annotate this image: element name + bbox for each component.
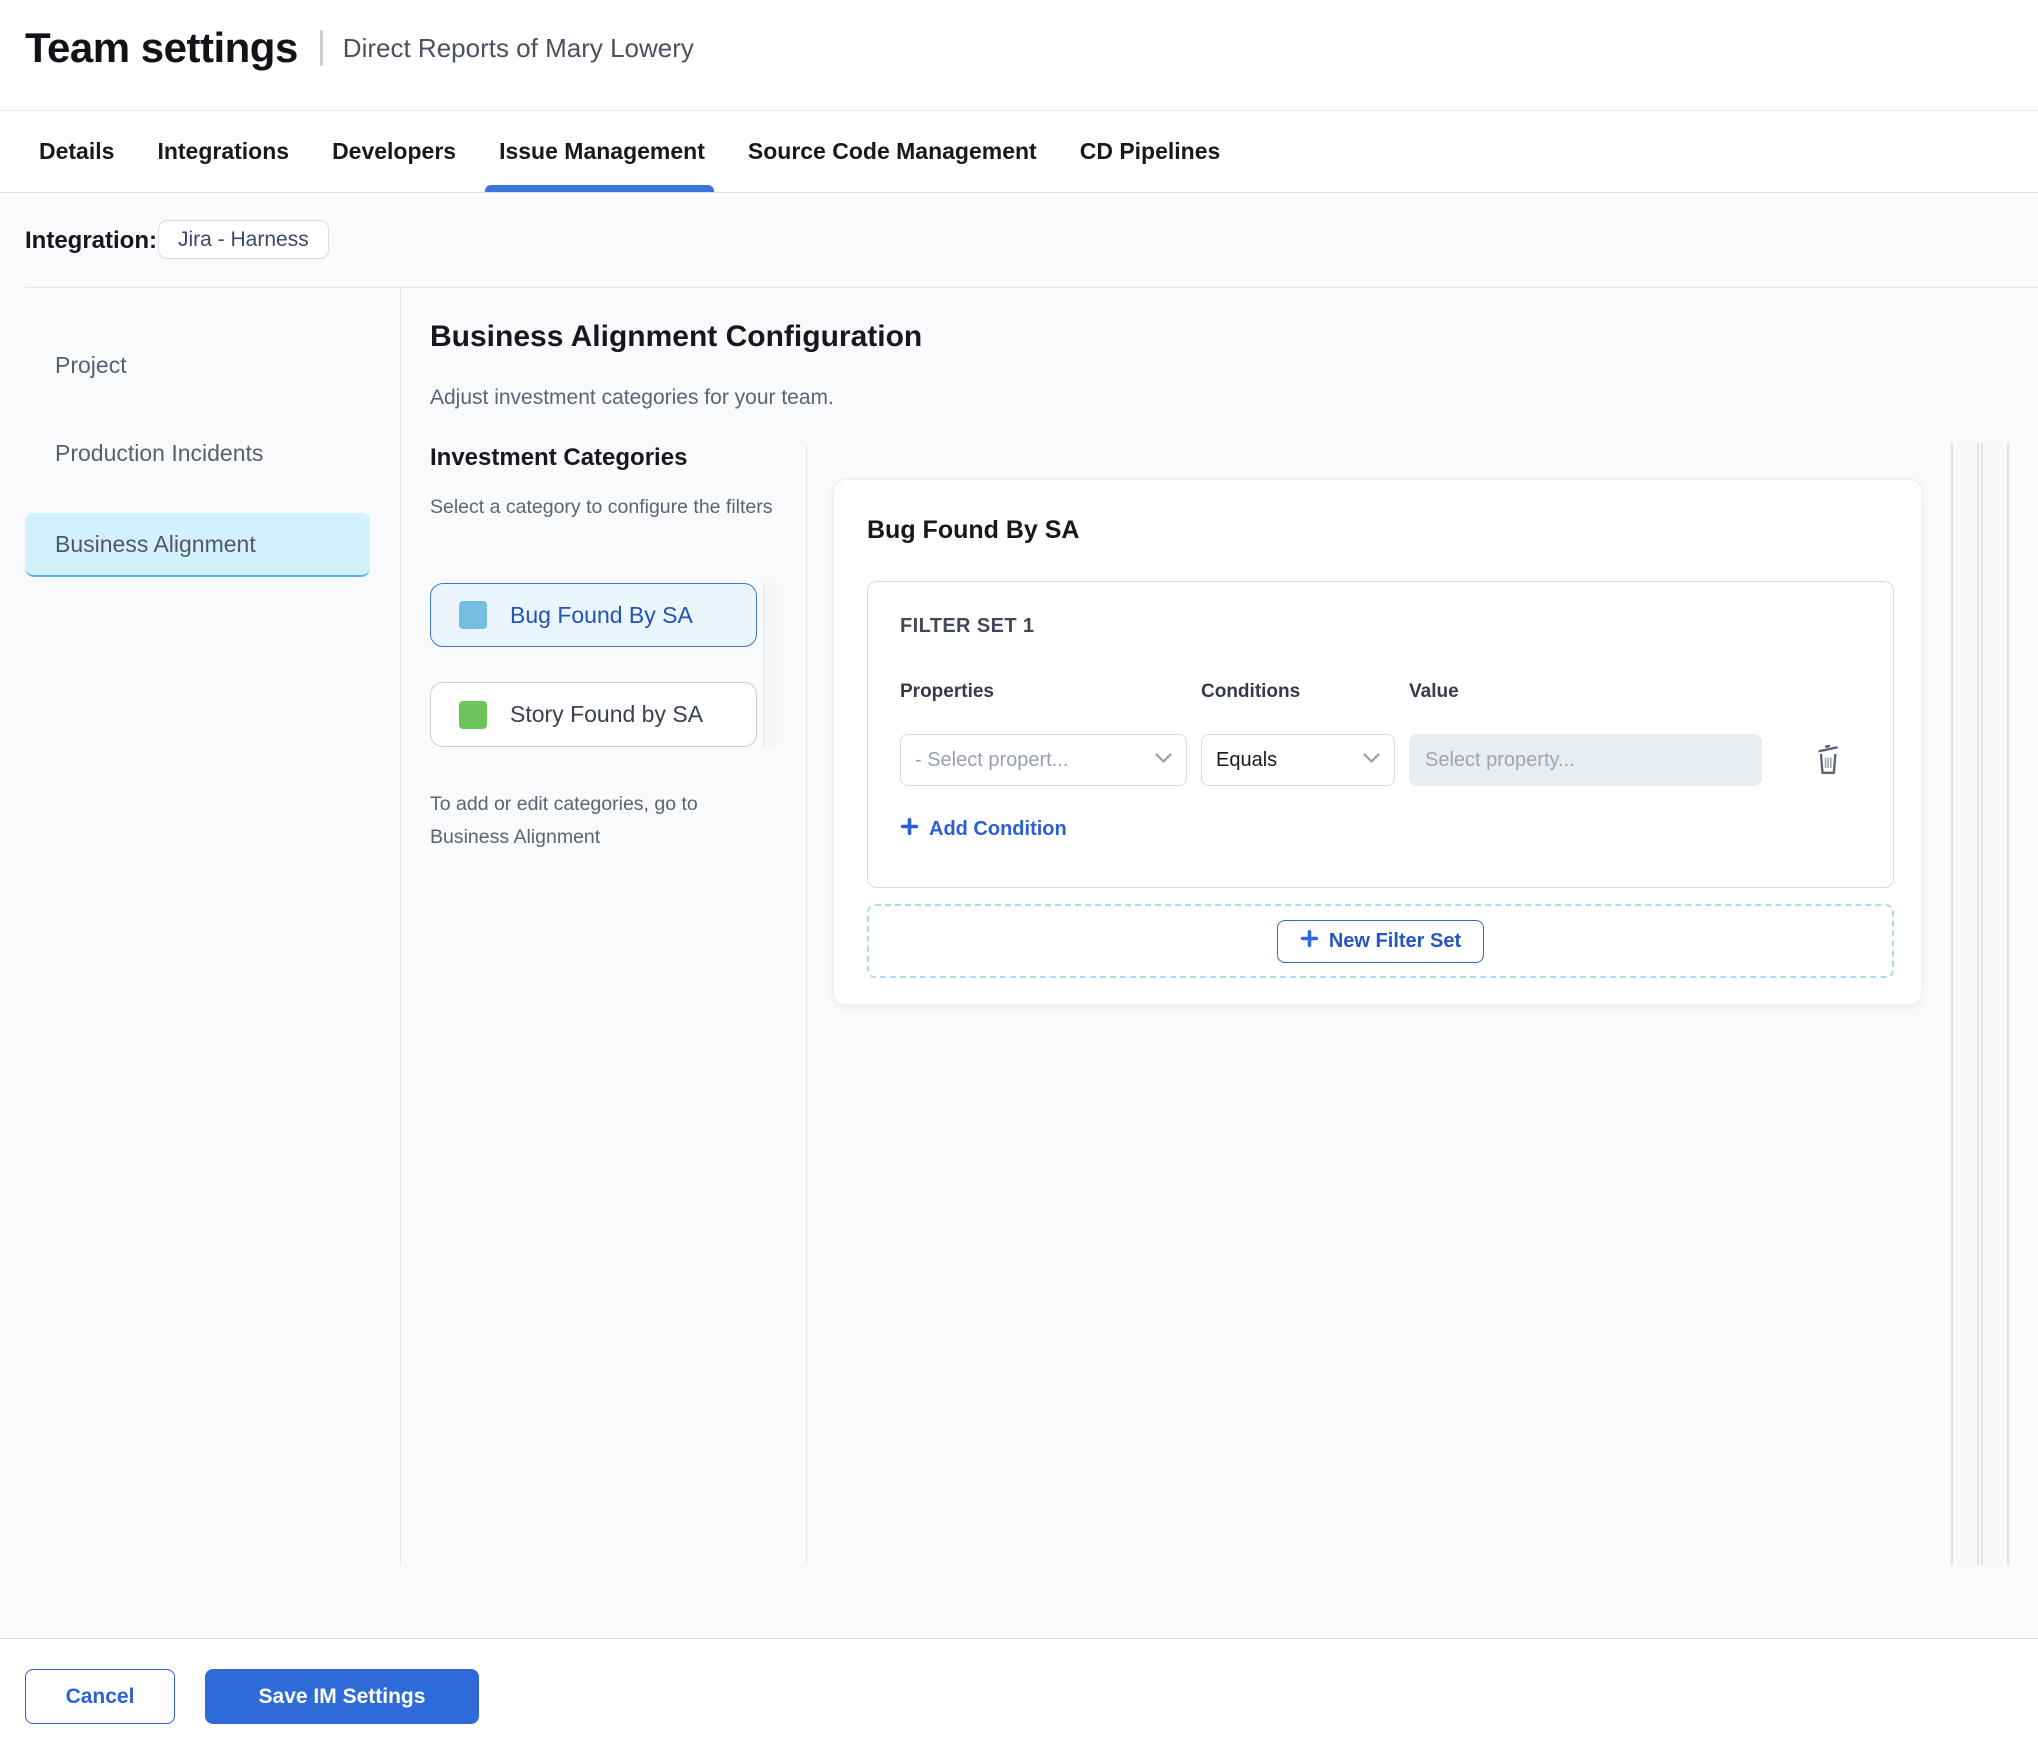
card-scrollbar-track[interactable] <box>1951 443 1979 1565</box>
filter-set-panel: FILTER SET 1 Properties Conditions Value… <box>867 581 1894 888</box>
tab-developers[interactable]: Developers <box>332 111 456 192</box>
tab-cd-pipelines[interactable]: CD Pipelines <box>1080 111 1221 192</box>
new-filter-set-dropzone: New Filter Set <box>867 904 1894 978</box>
footer-bar: Cancel Save IM Settings <box>0 1638 2038 1748</box>
categories-note: To add or edit categories, go to Busines… <box>430 793 698 848</box>
team-settings-page: Team settings Direct Reports of Mary Low… <box>0 0 2038 1748</box>
add-condition-button[interactable]: Add Condition <box>900 817 1067 842</box>
tab-details[interactable]: Details <box>39 111 114 192</box>
config-card-title: Bug Found By SA <box>867 516 1080 544</box>
category-label: Bug Found By SA <box>510 601 693 628</box>
category-label: Story Found by SA <box>510 701 704 727</box>
integration-chip[interactable]: Jira - Harness <box>158 220 329 259</box>
trash-icon <box>1812 741 1846 780</box>
tab-issue-management[interactable]: Issue Management <box>485 111 714 192</box>
page-scrollbar-track[interactable] <box>1981 443 2009 1565</box>
page-header: Team settings Direct Reports of Mary Low… <box>0 0 2038 110</box>
conditions-select[interactable]: Equals <box>1201 734 1395 786</box>
column-header-properties: Properties <box>900 681 994 702</box>
sidebar-item-label: Business Alignment <box>55 530 256 557</box>
category-list-scrollbar[interactable] <box>763 583 777 748</box>
save-im-settings-button[interactable]: Save IM Settings <box>205 1669 479 1724</box>
section-title: Business Alignment Configuration <box>430 320 923 353</box>
properties-select[interactable]: - Select propert... <box>900 734 1187 786</box>
tab-source-code-management[interactable]: Source Code Management <box>748 111 1037 192</box>
integration-label: Integration: <box>25 227 157 254</box>
category-color-swatch <box>459 601 487 629</box>
chevron-down-icon <box>1155 751 1172 769</box>
cancel-button[interactable]: Cancel <box>25 1669 175 1724</box>
category-config-card: Bug Found By SA FILTER SET 1 Properties … <box>833 479 1922 1005</box>
sidebar-item-production-incidents[interactable]: Production Incidents <box>55 440 263 467</box>
category-color-swatch <box>459 700 487 729</box>
categories-divider <box>806 445 807 1565</box>
properties-select-placeholder: - Select propert... <box>915 748 1069 771</box>
tab-integrations[interactable]: Integrations <box>157 111 289 192</box>
new-filter-set-button[interactable]: New Filter Set <box>1276 919 1485 963</box>
chevron-down-icon <box>1363 751 1380 769</box>
value-field-wrapper <box>1409 734 1762 786</box>
investment-categories-hint: Select a category to configure the filte… <box>430 496 773 518</box>
investment-categories-title: Investment Categories <box>430 444 688 471</box>
filter-set-title: FILTER SET 1 <box>900 615 1035 637</box>
category-button-bug-found-by-sa[interactable]: Bug Found By SA <box>430 583 757 647</box>
page-title: Team settings <box>25 24 298 71</box>
plus-icon <box>1300 929 1319 954</box>
sidebar-item-business-alignment[interactable]: Business Alignment <box>25 513 370 577</box>
category-button-story-found-by-sa[interactable]: Story Found by SA <box>430 682 757 747</box>
new-filter-set-label: New Filter Set <box>1328 929 1462 952</box>
sidebar-item-project[interactable]: Project <box>55 352 127 379</box>
value-input[interactable] <box>1425 748 1746 772</box>
column-header-conditions: Conditions <box>1201 681 1301 702</box>
plus-icon <box>900 817 919 842</box>
delete-condition-button[interactable] <box>1809 740 1849 780</box>
sidebar-divider <box>400 287 401 1565</box>
content-area: Integration: Jira - Harness Project Prod… <box>0 194 2038 1638</box>
add-condition-label: Add Condition <box>929 818 1067 840</box>
integration-divider <box>25 287 2038 288</box>
title-separator <box>319 30 323 66</box>
tab-bar: Details Integrations Developers Issue Ma… <box>0 111 2038 193</box>
conditions-select-value: Equals <box>1216 748 1278 771</box>
section-subtitle: Adjust investment categories for your te… <box>430 386 834 409</box>
page-subtitle: Direct Reports of Mary Lowery <box>342 32 694 63</box>
column-header-value: Value <box>1409 681 1459 702</box>
